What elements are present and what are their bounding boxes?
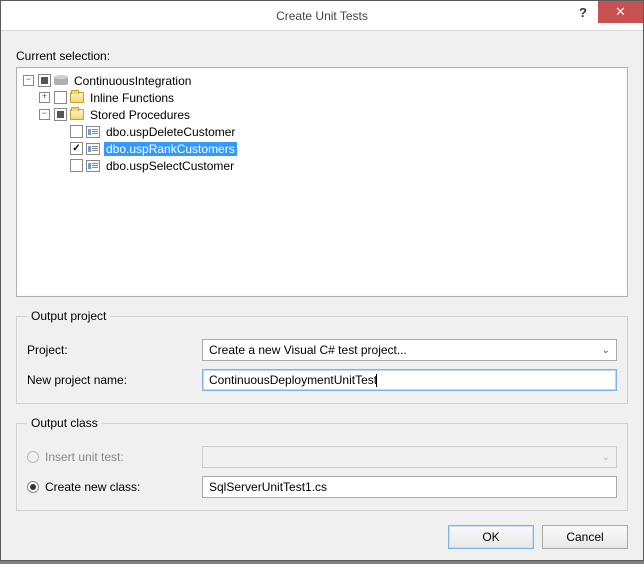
tree-label[interactable]: dbo.uspDeleteCustomer xyxy=(104,125,237,139)
cancel-button[interactable]: Cancel xyxy=(542,525,628,549)
project-combo[interactable]: Create a new Visual C# test project... ⌄ xyxy=(202,339,617,361)
create-class-row: Create new class: SqlServerUnitTest1.cs xyxy=(27,476,617,498)
tree-label[interactable]: Inline Functions xyxy=(88,91,176,105)
chevron-down-icon: ⌄ xyxy=(602,345,610,356)
project-name-label: New project name: xyxy=(27,373,202,387)
tree-node-folder[interactable]: + Inline Functions xyxy=(23,89,621,106)
insert-test-option: Insert unit test: xyxy=(27,450,202,464)
insert-test-label: Insert unit test: xyxy=(45,450,124,464)
project-name-value: ContinuousDeploymentUnitTest xyxy=(209,373,377,387)
radio-checked[interactable] xyxy=(27,481,39,493)
window-controls: ? ✕ xyxy=(568,1,643,23)
collapse-icon[interactable]: − xyxy=(39,109,50,120)
tree-node-folder[interactable]: − Stored Procedures xyxy=(23,106,621,123)
create-class-input[interactable]: SqlServerUnitTest1.cs xyxy=(202,476,617,498)
output-class-group: Output class Insert unit test: ⌄ Create … xyxy=(16,416,628,511)
chevron-down-icon: ⌄ xyxy=(602,452,610,463)
text-caret xyxy=(376,374,377,387)
checkbox-unchecked[interactable] xyxy=(70,159,83,172)
insert-test-combo: ⌄ xyxy=(202,446,617,468)
tree-label[interactable]: ContinuousIntegration xyxy=(72,74,193,88)
output-project-group: Output project Project: Create a new Vis… xyxy=(16,309,628,404)
tree-node-procedure[interactable]: dbo.uspDeleteCustomer xyxy=(23,123,621,140)
project-combo-value: Create a new Visual C# test project... xyxy=(209,343,407,357)
create-class-option[interactable]: Create new class: xyxy=(27,480,202,494)
checkbox-unchecked[interactable] xyxy=(54,91,67,104)
tree-node-database[interactable]: − ContinuousIntegration xyxy=(23,72,621,89)
output-project-legend: Output project xyxy=(27,309,110,323)
dialog-window: Create Unit Tests ? ✕ Current selection:… xyxy=(0,0,644,561)
project-label: Project: xyxy=(27,343,202,357)
stored-procedure-icon xyxy=(86,126,100,138)
current-selection-label: Current selection: xyxy=(16,49,628,63)
output-class-legend: Output class xyxy=(27,416,102,430)
tree-node-procedure[interactable]: dbo.uspRankCustomers xyxy=(23,140,621,157)
collapse-icon[interactable]: − xyxy=(23,75,34,86)
checkbox-mixed[interactable] xyxy=(38,74,51,87)
stored-procedure-icon xyxy=(86,160,100,172)
close-button[interactable]: ✕ xyxy=(598,1,643,23)
ok-button[interactable]: OK xyxy=(448,525,534,549)
checkbox-checked[interactable] xyxy=(70,142,83,155)
help-button[interactable]: ? xyxy=(568,1,598,23)
window-title: Create Unit Tests xyxy=(276,9,368,23)
checkbox-mixed[interactable] xyxy=(54,108,67,121)
folder-icon xyxy=(70,109,84,120)
dialog-content: Current selection: − ContinuousIntegrati… xyxy=(1,31,643,564)
insert-test-row: Insert unit test: ⌄ xyxy=(27,446,617,468)
project-row: Project: Create a new Visual C# test pro… xyxy=(27,339,617,361)
tree-label[interactable]: Stored Procedures xyxy=(88,108,192,122)
expand-icon[interactable]: + xyxy=(39,92,50,103)
folder-icon xyxy=(70,92,84,103)
dialog-buttons: OK Cancel xyxy=(16,525,628,549)
radio-unchecked-disabled xyxy=(27,451,39,463)
tree-node-procedure[interactable]: dbo.uspSelectCustomer xyxy=(23,157,621,174)
tree-label[interactable]: dbo.uspSelectCustomer xyxy=(104,159,236,173)
project-name-row: New project name: ContinuousDeploymentUn… xyxy=(27,369,617,391)
checkbox-unchecked[interactable] xyxy=(70,125,83,138)
database-icon xyxy=(54,75,68,86)
tree-label-selected[interactable]: dbo.uspRankCustomers xyxy=(104,142,237,156)
stored-procedure-icon xyxy=(86,143,100,155)
project-name-input[interactable]: ContinuousDeploymentUnitTest xyxy=(202,369,617,391)
create-class-value: SqlServerUnitTest1.cs xyxy=(209,480,327,494)
titlebar: Create Unit Tests ? ✕ xyxy=(1,1,643,31)
create-class-label: Create new class: xyxy=(45,480,140,494)
selection-tree[interactable]: − ContinuousIntegration + Inline Functio… xyxy=(16,67,628,297)
